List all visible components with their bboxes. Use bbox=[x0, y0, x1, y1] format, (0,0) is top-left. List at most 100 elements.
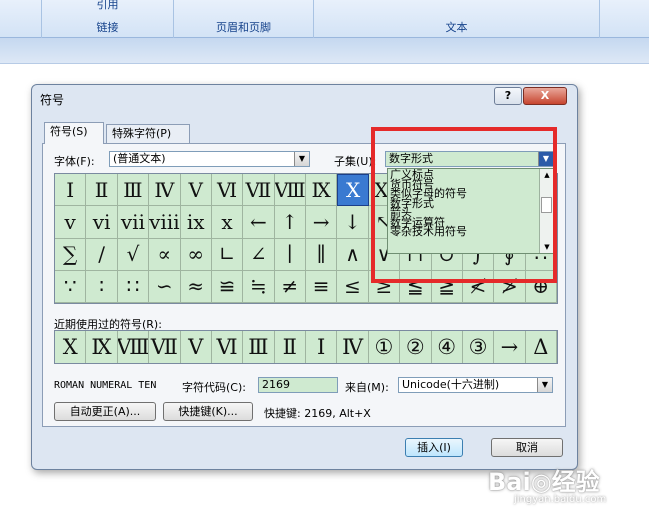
symbol-cell[interactable]: ≈ bbox=[180, 270, 212, 303]
symbol-cell[interactable]: ∷ bbox=[117, 270, 150, 303]
symbol-cell[interactable]: ≮ bbox=[462, 270, 495, 303]
char-code-label: 字符代码(C): bbox=[182, 381, 246, 394]
symbol-cell[interactable]: ≒ bbox=[243, 270, 275, 303]
symbol-cell[interactable]: → bbox=[306, 206, 338, 239]
watermark-logo: Bai◎经验 bbox=[488, 468, 600, 496]
tab-symbols[interactable]: 符号(S) bbox=[44, 122, 104, 144]
shortcut-text: 快捷键: 2169, Alt+X bbox=[264, 407, 371, 420]
tab-special-characters[interactable]: 特殊字符(P) bbox=[106, 124, 190, 144]
symbol-cell[interactable]: ← bbox=[243, 206, 275, 239]
symbol-cell[interactable]: ⅹ bbox=[211, 206, 244, 239]
symbol-cell[interactable]: ⅸ bbox=[180, 206, 212, 239]
char-code-input[interactable]: 2169 bbox=[258, 377, 338, 393]
symbol-cell[interactable]: ⅶ bbox=[117, 206, 150, 239]
symbol-cell[interactable]: ∕ bbox=[86, 238, 118, 271]
ribbon-group-label: 页眉和页脚 bbox=[216, 21, 271, 34]
recent-symbol-cell[interactable]: Ⅱ bbox=[274, 331, 306, 363]
symbol-cell[interactable]: ≧ bbox=[431, 270, 463, 303]
symbol-cell[interactable]: Ⅶ bbox=[243, 174, 275, 207]
symbol-cell[interactable]: ∠ bbox=[243, 238, 275, 271]
recent-symbol-cell[interactable]: Δ bbox=[525, 331, 557, 363]
scroll-up-icon[interactable]: ▲ bbox=[540, 169, 553, 181]
symbol-cell[interactable]: ↑ bbox=[274, 206, 306, 239]
watermark-url: jingyan.baidu.com bbox=[514, 494, 607, 505]
symbol-cell[interactable]: Ⅸ bbox=[306, 174, 338, 207]
symbol-cell[interactable]: ≠ bbox=[274, 270, 306, 303]
subset-option[interactable]: 零杂技术用符号 bbox=[390, 226, 538, 236]
ribbon-group-text[interactable]: 文本 bbox=[314, 0, 600, 38]
ribbon-group-links[interactable]: 引用 链接 bbox=[42, 0, 174, 38]
dropdown-scrollbar[interactable]: ▲ ▼ bbox=[539, 169, 553, 253]
symbol-cell[interactable]: ∥ bbox=[306, 238, 338, 271]
ribbon-group-0 bbox=[0, 0, 42, 38]
symbol-cell[interactable]: ≡ bbox=[306, 270, 338, 303]
symbol-cell[interactable]: ∵ bbox=[55, 270, 87, 303]
symbol-cell[interactable]: ∑ bbox=[55, 238, 87, 271]
from-select[interactable]: Unicode(十六进制) ▼ bbox=[398, 377, 553, 393]
cancel-button[interactable]: 取消 bbox=[491, 438, 563, 457]
symbol-cell[interactable]: ≤ bbox=[337, 270, 369, 303]
symbol-cell[interactable]: Ⅹ bbox=[337, 174, 369, 207]
ribbon-lower-band bbox=[0, 38, 649, 64]
ribbon-top-label: 引用 bbox=[96, 0, 119, 11]
recent-symbol-cell[interactable]: Ⅸ bbox=[86, 331, 118, 363]
recent-symbol-cell[interactable]: Ⅲ bbox=[243, 331, 275, 363]
chevron-down-icon[interactable]: ▼ bbox=[538, 152, 553, 166]
scroll-down-icon[interactable]: ▼ bbox=[540, 241, 553, 253]
recent-symbol-cell[interactable]: Ⅴ bbox=[180, 331, 212, 363]
recent-symbol-cell[interactable]: ③ bbox=[462, 331, 495, 363]
symbol-cell[interactable]: ∧ bbox=[337, 238, 369, 271]
recent-symbol-cell[interactable]: Ⅳ bbox=[337, 331, 369, 363]
symbol-cell[interactable]: ↓ bbox=[337, 206, 369, 239]
symbol-cell[interactable]: ∞ bbox=[180, 238, 212, 271]
recent-symbol-cell[interactable]: Ⅰ bbox=[306, 331, 338, 363]
recent-symbols[interactable]: Ⅹ Ⅸ Ⅷ Ⅶ Ⅴ Ⅵ Ⅲ Ⅱ Ⅰ Ⅳ ① ② ④ ③ → Δ bbox=[54, 330, 558, 364]
symbol-cell[interactable]: Ⅲ bbox=[117, 174, 150, 207]
recent-symbol-cell[interactable]: Ⅵ bbox=[211, 331, 244, 363]
ribbon-group-header-footer[interactable]: 页眉和页脚 bbox=[174, 0, 314, 38]
symbol-cell[interactable]: ⊕ bbox=[525, 270, 557, 303]
subset-select[interactable]: 数字形式 ▼ bbox=[385, 151, 554, 167]
font-select[interactable]: (普通文本) ▼ bbox=[109, 151, 310, 167]
symbol-cell[interactable]: ≦ bbox=[400, 270, 432, 303]
symbol-cell[interactable]: ∣ bbox=[274, 238, 306, 271]
symbol-cell[interactable]: Ⅰ bbox=[55, 174, 87, 207]
shortcut-key-button[interactable]: 快捷键(K)... bbox=[163, 402, 253, 421]
symbol-cell[interactable]: Ⅷ bbox=[274, 174, 306, 207]
symbol-cell[interactable]: Ⅵ bbox=[211, 174, 244, 207]
close-button[interactable]: X bbox=[523, 87, 567, 105]
symbol-cell[interactable]: ∶ bbox=[86, 270, 118, 303]
recent-symbol-cell[interactable]: Ⅶ bbox=[149, 331, 181, 363]
scroll-thumb[interactable] bbox=[541, 197, 552, 213]
symbol-dialog: 符号 ? X 符号(S) 特殊字符(P) 字体(F): (普通文本) ▼ 子集(… bbox=[31, 84, 578, 470]
recent-symbol-cell[interactable]: Ⅷ bbox=[117, 331, 150, 363]
symbol-cell[interactable]: Ⅱ bbox=[86, 174, 118, 207]
chevron-down-icon[interactable]: ▼ bbox=[294, 152, 309, 166]
symbol-cell[interactable]: ≯ bbox=[494, 270, 526, 303]
symbol-cell[interactable]: ∟ bbox=[211, 238, 244, 271]
subset-dropdown-list[interactable]: 广义标点 货币符号 类似字母的符号 数字形式 箭头 数学运算符 零杂技术用符号 ▲ ▼ bbox=[387, 168, 554, 254]
symbol-cell[interactable]: ∝ bbox=[149, 238, 181, 271]
subset-options[interactable]: 广义标点 货币符号 类似字母的符号 数字形式 箭头 数学运算符 零杂技术用符号 bbox=[390, 169, 538, 236]
symbol-cell[interactable]: Ⅳ bbox=[149, 174, 181, 207]
recent-symbol-cell[interactable]: Ⅹ bbox=[55, 331, 87, 363]
symbol-cell[interactable]: √ bbox=[117, 238, 150, 271]
chevron-down-icon[interactable]: ▼ bbox=[537, 378, 552, 392]
symbol-cell[interactable]: ⅴ bbox=[55, 206, 87, 239]
symbol-cell[interactable]: ∽ bbox=[149, 270, 181, 303]
symbol-cell[interactable]: Ⅴ bbox=[180, 174, 212, 207]
symbol-cell[interactable]: ⅷ bbox=[149, 206, 181, 239]
subset-select-value: 数字形式 bbox=[389, 152, 433, 165]
recent-symbol-cell[interactable]: ① bbox=[368, 331, 401, 363]
symbol-cell[interactable]: ≌ bbox=[211, 270, 244, 303]
recent-symbol-cell[interactable]: ② bbox=[400, 331, 432, 363]
ribbon: 引用 链接 页眉和页脚 文本 bbox=[0, 0, 649, 38]
recent-symbol-cell[interactable]: → bbox=[494, 331, 526, 363]
recent-symbol-cell[interactable]: ④ bbox=[431, 331, 463, 363]
autocorrect-button[interactable]: 自动更正(A)... bbox=[54, 402, 156, 421]
symbol-cell[interactable]: ≥ bbox=[368, 270, 401, 303]
from-select-value: Unicode(十六进制) bbox=[402, 378, 500, 391]
insert-button[interactable]: 插入(I) bbox=[405, 438, 463, 457]
symbol-cell[interactable]: ⅵ bbox=[86, 206, 118, 239]
help-button[interactable]: ? bbox=[494, 87, 522, 105]
